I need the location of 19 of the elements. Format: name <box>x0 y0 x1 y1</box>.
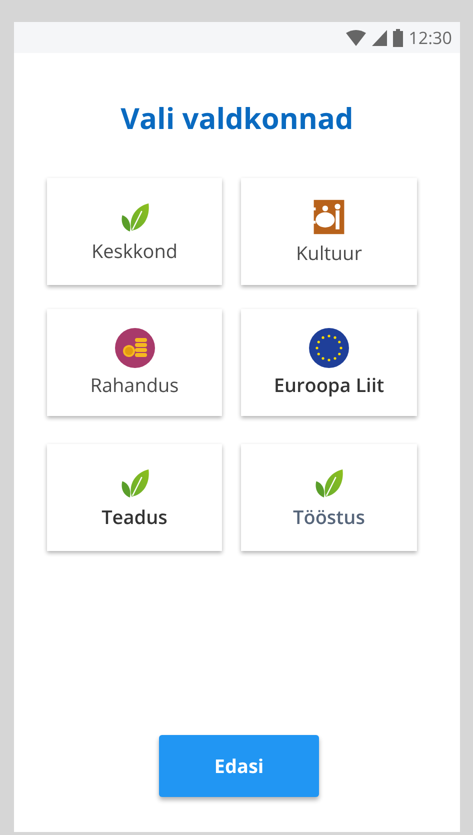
category-tile[interactable]: Keskkond <box>47 178 222 285</box>
wifi-icon <box>346 30 366 46</box>
category-tile[interactable]: Euroopa Liit <box>241 309 417 416</box>
category-label: Teadus <box>102 504 168 530</box>
category-label: Euroopa Liit <box>274 372 384 398</box>
battery-icon <box>392 28 403 46</box>
category-label: Tööstus <box>292 504 365 530</box>
signal-icon <box>372 30 387 46</box>
category-tile[interactable]: Rahandus <box>47 309 222 416</box>
coins-icon <box>114 328 154 368</box>
category-tile[interactable]: Kultuur <box>241 178 417 285</box>
category-label: Rahandus <box>90 372 179 398</box>
status-time: 12:30 <box>408 26 452 49</box>
category-tile[interactable]: Teadus <box>47 444 222 551</box>
category-tile[interactable]: Tööstus <box>241 444 417 551</box>
stars-flag-icon <box>309 328 349 368</box>
page-title: Vali valdkonnad <box>120 99 354 138</box>
category-label: Keskkond <box>91 238 178 264</box>
category-label: Kultuur <box>296 240 362 266</box>
